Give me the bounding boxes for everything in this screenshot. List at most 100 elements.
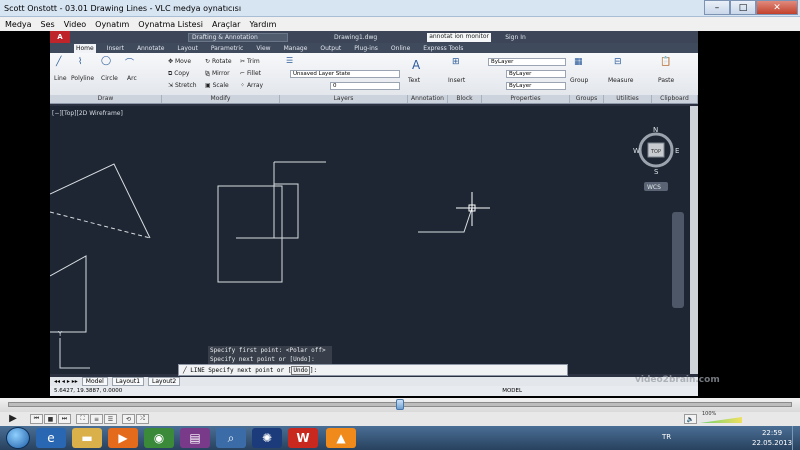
viewport-controls-label[interactable]: [−][Top][2D Wireframe] [52, 110, 123, 117]
move-tool[interactable]: ✥ Move [168, 58, 191, 65]
language-indicator[interactable]: TR [662, 433, 671, 441]
playlist-icon[interactable]: ☰ [104, 414, 117, 424]
mirror-tool[interactable]: ⧎ Mirror [205, 70, 230, 77]
tab-home[interactable]: Home [74, 44, 96, 53]
coordinates-readout[interactable]: 5.6427, 19.3887, 0.0000 [54, 388, 122, 394]
globe-app-icon[interactable]: ✺ [252, 428, 282, 448]
measure-icon[interactable]: ⊟ [614, 57, 622, 67]
workspace-select[interactable]: Drafting & Annotation [188, 32, 288, 42]
groups-panel-title[interactable]: Groups [570, 95, 604, 103]
utilities-panel-title[interactable]: Utilities [604, 95, 652, 103]
linetype-select[interactable]: ByLayer [506, 70, 566, 78]
stretch-tool[interactable]: ⇲ Stretch [168, 82, 197, 89]
layer-properties-icon[interactable]: ☰ [286, 56, 293, 65]
arc-icon[interactable]: ⌒ [125, 56, 134, 69]
sign-in-button[interactable]: Sign In [505, 34, 526, 41]
internet-explorer-icon[interactable]: e [36, 428, 66, 448]
copy-tool[interactable]: ⧉ Copy [168, 70, 189, 78]
menu-item-audio[interactable]: Ses [41, 20, 55, 29]
drawing-canvas[interactable]: Y TOP N S E W WCS [50, 106, 690, 374]
array-tool[interactable]: ⁘ Array [240, 82, 263, 89]
tab-model[interactable]: Model [81, 377, 108, 386]
measure-tool-label[interactable]: Measure [608, 77, 634, 84]
start-button[interactable] [6, 427, 30, 449]
next-icon[interactable]: ⏭ [58, 414, 71, 424]
properties-panel-title[interactable]: Properties [482, 95, 570, 103]
tab-output[interactable]: Output [318, 44, 343, 53]
menu-item-media[interactable]: Medya [5, 20, 32, 29]
draw-panel-title[interactable]: Draw [50, 95, 162, 103]
polyline-tool-label[interactable]: Polyline [71, 75, 94, 82]
clipboard-panel-title[interactable]: Clipboard [652, 95, 698, 103]
seek-knob[interactable] [396, 399, 404, 410]
show-desktop-button[interactable] [792, 426, 800, 450]
extended-settings-icon[interactable]: ≡ [90, 414, 103, 424]
model-space-button[interactable]: MODEL [502, 388, 522, 394]
insert-tool-label[interactable]: Insert [448, 77, 465, 84]
annotation-panel-title[interactable]: Annotation [408, 95, 448, 103]
chrome-icon[interactable]: ◉ [144, 428, 174, 448]
group-icon[interactable]: ▦ [574, 57, 583, 67]
previous-icon[interactable]: ⏮ [30, 414, 43, 424]
insert-block-icon[interactable]: ⊞ [452, 57, 460, 67]
menu-item-tools[interactable]: Araçlar [212, 20, 240, 29]
layers-panel-title[interactable]: Layers [280, 95, 408, 103]
command-line[interactable]: ╱ LINE Specify next point or [ Undo ]: [178, 364, 568, 376]
autocad-logo[interactable]: A [50, 31, 70, 43]
arc-tool-label[interactable]: Arc [127, 75, 137, 82]
tab-insert[interactable]: Insert [105, 44, 126, 53]
paste-tool-label[interactable]: Paste [658, 77, 674, 84]
circle-tool-label[interactable]: Circle [101, 75, 118, 82]
scale-tool[interactable]: ▣ Scale [205, 82, 229, 89]
fullscreen-icon[interactable]: ⛶ [76, 414, 89, 424]
group-tool-label[interactable]: Group [570, 77, 588, 84]
tab-layout[interactable]: Layout [175, 44, 199, 53]
modify-panel-title[interactable]: Modify [162, 95, 280, 103]
text-tool-label[interactable]: Text [408, 77, 420, 84]
menu-item-playlist[interactable]: Oynatma Listesi [138, 20, 203, 29]
shuffle-icon[interactable]: ⤮ [136, 414, 149, 424]
block-panel-title[interactable]: Block [448, 95, 482, 103]
tab-annotate[interactable]: Annotate [135, 44, 166, 53]
line-tool-label[interactable]: Line [54, 75, 67, 82]
text-icon[interactable]: A [412, 58, 420, 72]
play-button[interactable]: ▶ [5, 412, 21, 425]
tab-parametric[interactable]: Parametric [209, 44, 246, 53]
nav-arrows-icon[interactable]: ◂◂ ◂ ▸ ▸▸ [54, 378, 78, 385]
menu-item-playback[interactable]: Oynatım [95, 20, 129, 29]
drawing-area[interactable]: Y TOP N S E W WCS [50, 106, 690, 374]
clock[interactable]: 22:59 22.05.2013 [752, 428, 792, 448]
tab-manage[interactable]: Manage [282, 44, 310, 53]
tab-plugins[interactable]: Plug-ins [352, 44, 380, 53]
media-player-icon[interactable]: ▶ [108, 428, 138, 448]
winrar-icon[interactable]: ▤ [180, 428, 210, 448]
undo-option[interactable]: Undo [291, 365, 310, 375]
layer-state-select[interactable]: Unsaved Layer State [290, 70, 400, 78]
current-layer-select[interactable]: 0 [330, 82, 400, 90]
minimize-button[interactable]: – [704, 0, 730, 15]
tab-online[interactable]: Online [389, 44, 412, 53]
loop-icon[interactable]: ⟲ [122, 414, 135, 424]
vlc-icon[interactable]: ▲ [326, 428, 356, 448]
line-icon[interactable]: ╱ [56, 57, 61, 67]
paste-icon[interactable]: 📋 [660, 57, 671, 67]
polyline-icon[interactable]: ⌇ [78, 57, 82, 67]
menu-item-help[interactable]: Yardım [249, 20, 276, 29]
trim-tool[interactable]: ✂ Trim [240, 58, 260, 65]
tab-layout2[interactable]: Layout2 [148, 377, 181, 386]
color-select[interactable]: ByLayer [488, 58, 566, 66]
tab-layout1[interactable]: Layout1 [111, 377, 145, 386]
tab-express-tools[interactable]: Express Tools [421, 44, 465, 53]
viewcube[interactable]: TOP N S E W WCS [633, 126, 679, 191]
circle-icon[interactable]: ◯ [101, 56, 111, 66]
maximize-button[interactable]: □ [730, 0, 756, 15]
vertical-scrollbar[interactable] [690, 106, 698, 374]
explorer-icon[interactable]: ▬ [72, 428, 102, 448]
tab-view[interactable]: View [254, 44, 272, 53]
menu-item-video[interactable]: Video [64, 20, 86, 29]
search-app-icon[interactable]: ⌕ [216, 428, 246, 448]
speaker-icon[interactable]: 🔈 [684, 414, 697, 424]
rotate-tool[interactable]: ↻ Rotate [205, 58, 232, 65]
w-app-icon[interactable]: W [288, 428, 318, 448]
lineweight-select[interactable]: ByLayer [506, 82, 566, 90]
